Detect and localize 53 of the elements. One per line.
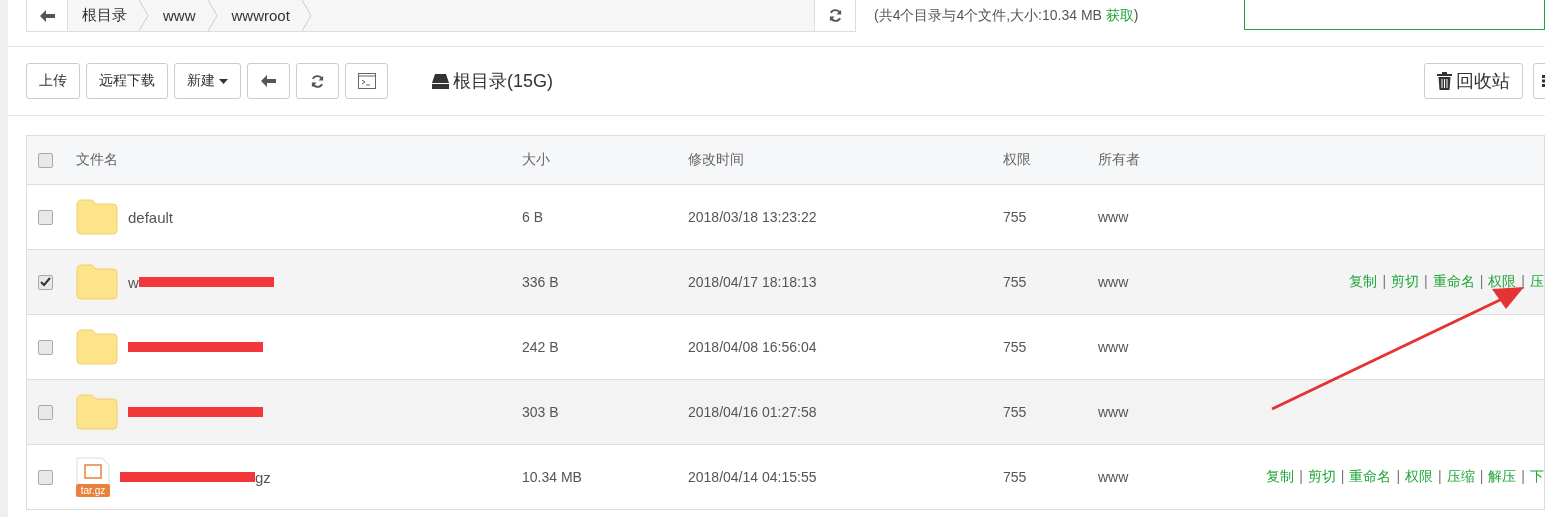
action-link[interactable]: 剪切 bbox=[1307, 468, 1336, 484]
table-cell: 10.34 MB bbox=[521, 444, 687, 510]
separator: | bbox=[1479, 273, 1484, 289]
breadcrumb-item[interactable]: www bbox=[149, 0, 208, 31]
action-link[interactable]: 下 bbox=[1530, 468, 1544, 484]
action-link[interactable]: 复制 bbox=[1266, 468, 1295, 484]
file-name[interactable]: w bbox=[128, 273, 139, 291]
recycle-bin-button[interactable]: 回收站 bbox=[1424, 63, 1523, 99]
column-header: 权限 bbox=[1002, 135, 1097, 185]
action-link[interactable]: 重命名 bbox=[1432, 273, 1475, 289]
table-cell: 755 bbox=[1002, 379, 1097, 445]
table-cell: 336 B bbox=[521, 249, 687, 315]
column-header: 文件名 bbox=[75, 135, 521, 185]
table-cell: 755 bbox=[1002, 444, 1097, 510]
column-header: 修改时间 bbox=[687, 135, 1002, 185]
action-link[interactable]: 重命名 bbox=[1349, 468, 1392, 484]
file-type-label: tar.gz bbox=[79, 484, 107, 496]
toolbar-button[interactable]: 远程下载 bbox=[86, 63, 168, 99]
column-header: 所有者 bbox=[1097, 135, 1158, 185]
action-link[interactable]: 权限 bbox=[1405, 468, 1434, 484]
separator: | bbox=[1340, 468, 1345, 484]
action-link[interactable]: 复制 bbox=[1349, 273, 1378, 289]
breadcrumb-item[interactable]: wwwroot bbox=[217, 0, 302, 31]
disk-label: 根目录(15G) bbox=[453, 70, 553, 93]
table-cell: 2018/04/14 04:15:55 bbox=[687, 444, 1002, 510]
file-name[interactable]: default bbox=[128, 208, 174, 226]
file-name[interactable]: gz bbox=[255, 468, 271, 486]
action-link[interactable]: 压缩 bbox=[1446, 468, 1475, 484]
table-cell: 2018/04/17 18:18:13 bbox=[687, 249, 1002, 315]
table-cell: 303 B bbox=[521, 379, 687, 445]
action-link[interactable]: 剪切 bbox=[1391, 273, 1420, 289]
separator: | bbox=[1479, 468, 1484, 484]
separator: | bbox=[1396, 468, 1401, 484]
table-cell: www bbox=[1097, 249, 1158, 315]
table-cell: 755 bbox=[1002, 249, 1097, 315]
separator: | bbox=[1424, 273, 1428, 289]
action-link[interactable]: 权限 bbox=[1488, 273, 1517, 289]
separator: | bbox=[1521, 468, 1525, 484]
table-cell: www bbox=[1097, 379, 1158, 445]
toolbar-button[interactable]: 上传 bbox=[26, 63, 80, 99]
table-cell: 2018/04/16 01:27:58 bbox=[687, 379, 1002, 445]
directory-summary: (共4个目录与4个文件,大小:10.34 MB 获取) bbox=[874, 7, 1139, 25]
new-dropdown-button[interactable]: 新建 bbox=[174, 63, 241, 99]
action-link[interactable]: 解压 bbox=[1488, 468, 1517, 484]
action-link[interactable]: 压 bbox=[1530, 273, 1544, 289]
separator: | bbox=[1521, 273, 1525, 289]
breadcrumb-item[interactable]: 根目录 bbox=[68, 0, 139, 31]
table-cell: www bbox=[1097, 444, 1158, 510]
separator: | bbox=[1382, 273, 1387, 289]
column-header: 大小 bbox=[521, 135, 687, 185]
separator: | bbox=[1438, 468, 1442, 484]
separator: | bbox=[1299, 468, 1303, 484]
fetch-link[interactable]: 获取 bbox=[1105, 7, 1134, 23]
